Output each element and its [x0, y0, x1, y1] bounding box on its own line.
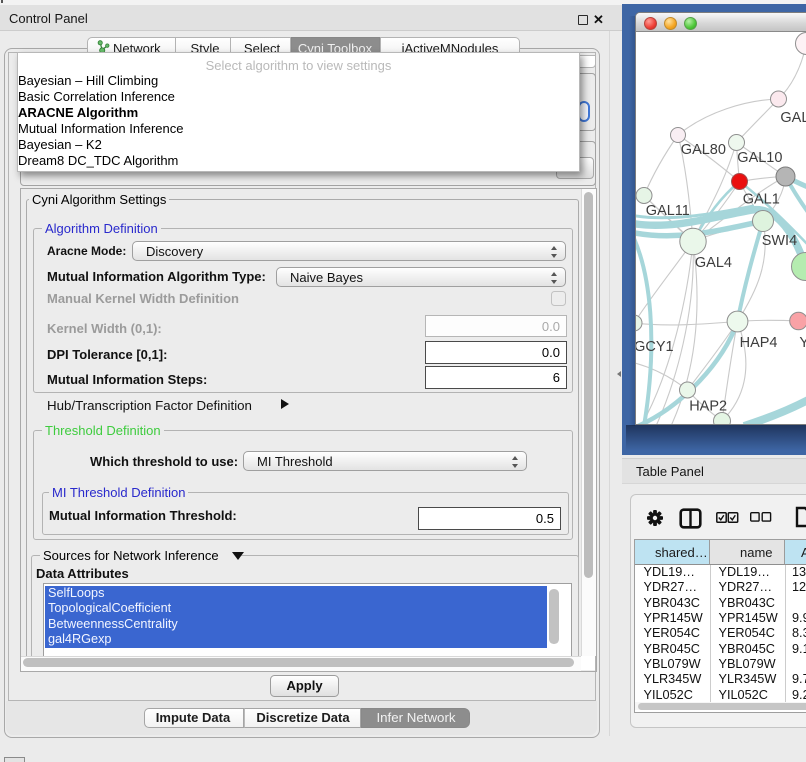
svg-text:GAL4: GAL4 [695, 255, 732, 271]
svg-text:GAL80: GAL80 [681, 142, 726, 158]
svg-text:HAP2: HAP2 [689, 399, 727, 415]
svg-text:GCY1: GCY1 [636, 339, 674, 355]
svg-text:GAL11: GAL11 [646, 203, 690, 219]
svg-text:SWI4: SWI4 [762, 233, 797, 249]
svg-text:GAL10: GAL10 [737, 150, 782, 166]
svg-text:HAP4: HAP4 [740, 335, 778, 351]
svg-text:GAL1: GAL1 [743, 192, 780, 208]
svg-text:GAL7: GAL7 [780, 110, 806, 126]
svg-text:YMR: YMR [799, 335, 806, 351]
